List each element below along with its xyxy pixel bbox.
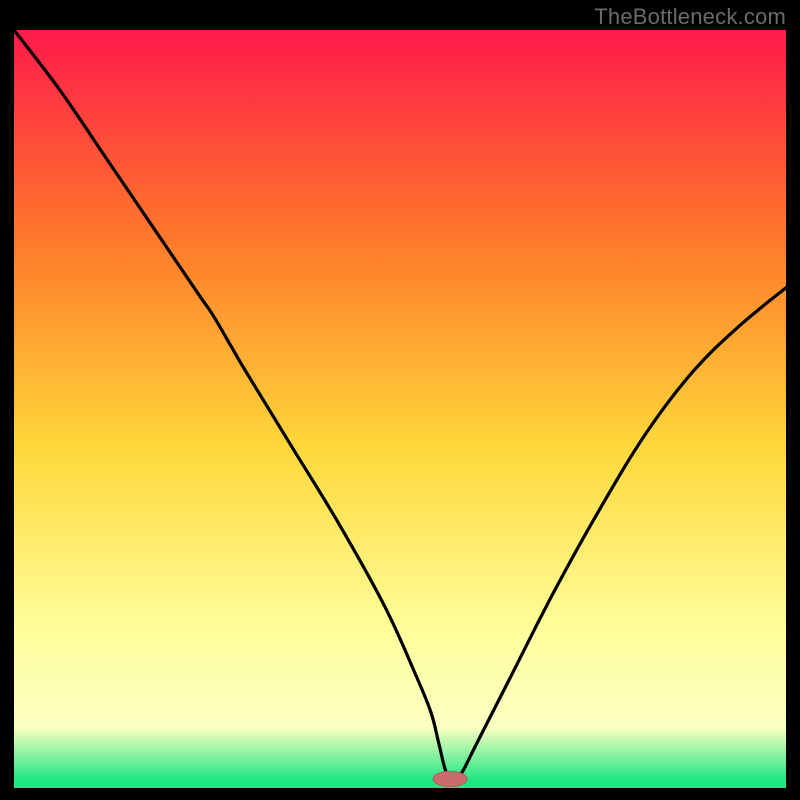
optimal-point-marker	[433, 771, 467, 786]
watermark-text: TheBottleneck.com	[594, 4, 786, 30]
gradient-background	[14, 30, 786, 788]
chart-frame	[14, 30, 786, 788]
bottleneck-chart	[14, 30, 786, 788]
